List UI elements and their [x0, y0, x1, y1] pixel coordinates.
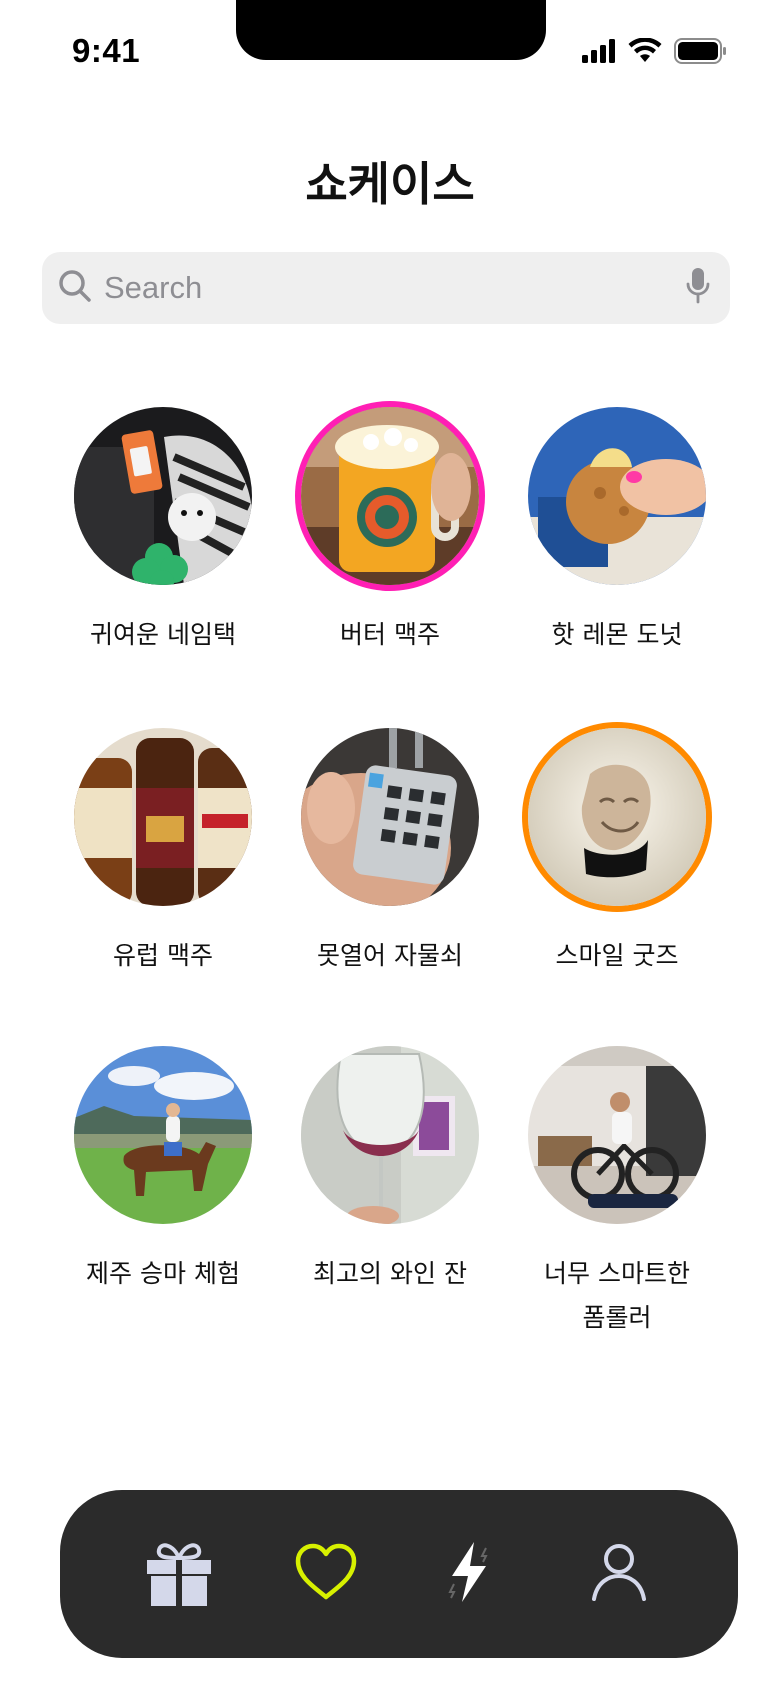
showcase-item-jeju-horse-riding[interactable]: 제주 승마 체험 — [53, 1046, 273, 1296]
showcase-item-nametag[interactable]: 귀여운 네임택 — [53, 407, 273, 657]
lemon-donut-photo — [528, 407, 706, 585]
screen: 9:41 쇼케이스 Search 귀여운 네임택 버터 맥주 핫 레몬 도넛 유… — [0, 0, 780, 1688]
showcase-item-smile-goods[interactable]: 스마일 굿즈 — [507, 728, 727, 978]
item-label: 최고의 와인 잔 — [313, 1259, 467, 1288]
butter-beer-photo — [301, 407, 479, 585]
item-label: 스마일 굿즈 — [555, 941, 679, 970]
gift-icon — [143, 1536, 215, 1613]
nametag-photo — [74, 407, 252, 585]
item-label: 못열어 자물쇠 — [317, 941, 463, 970]
heart-icon — [294, 1543, 358, 1606]
tab-activity[interactable] — [427, 1529, 517, 1619]
item-label: 너무 스마트한 폼롤러 — [544, 1259, 690, 1332]
item-label: 유럽 맥주 — [113, 941, 213, 970]
padlock-photo — [301, 728, 479, 906]
showcase-item-wine-glass[interactable]: 최고의 와인 잔 — [280, 1046, 500, 1296]
showcase-item-smart-foam-roller[interactable]: 너무 스마트한 폼롤러 — [507, 1046, 727, 1340]
showcase-item-european-beer[interactable]: 유럽 맥주 — [53, 728, 273, 978]
showcase-item-butter-beer[interactable]: 버터 맥주 — [280, 407, 500, 657]
item-label: 핫 레몬 도넛 — [551, 620, 683, 649]
item-label: 제주 승마 체험 — [86, 1259, 240, 1288]
tab-gift[interactable] — [134, 1529, 224, 1619]
smile-goods-photo — [528, 728, 706, 906]
profile-icon — [591, 1542, 647, 1607]
tab-bar — [60, 1490, 738, 1658]
showcase-item-padlock[interactable]: 못열어 자물쇠 — [280, 728, 500, 978]
european-beer-photo — [74, 728, 252, 906]
wine-glass-photo — [301, 1046, 479, 1224]
showcase-grid: 귀여운 네임택 버터 맥주 핫 레몬 도넛 유럽 맥주 못열어 자물쇠 스마일 … — [0, 0, 780, 1400]
showcase-item-lemon-donut[interactable]: 핫 레몬 도넛 — [507, 407, 727, 657]
tab-profile[interactable] — [574, 1529, 664, 1619]
foam-roller-photo — [528, 1046, 706, 1224]
lightning-icon — [442, 1540, 502, 1609]
item-label: 귀여운 네임택 — [90, 620, 236, 649]
item-label: 버터 맥주 — [340, 620, 440, 649]
jeju-horse-photo — [74, 1046, 252, 1224]
tab-favorites[interactable] — [281, 1529, 371, 1619]
